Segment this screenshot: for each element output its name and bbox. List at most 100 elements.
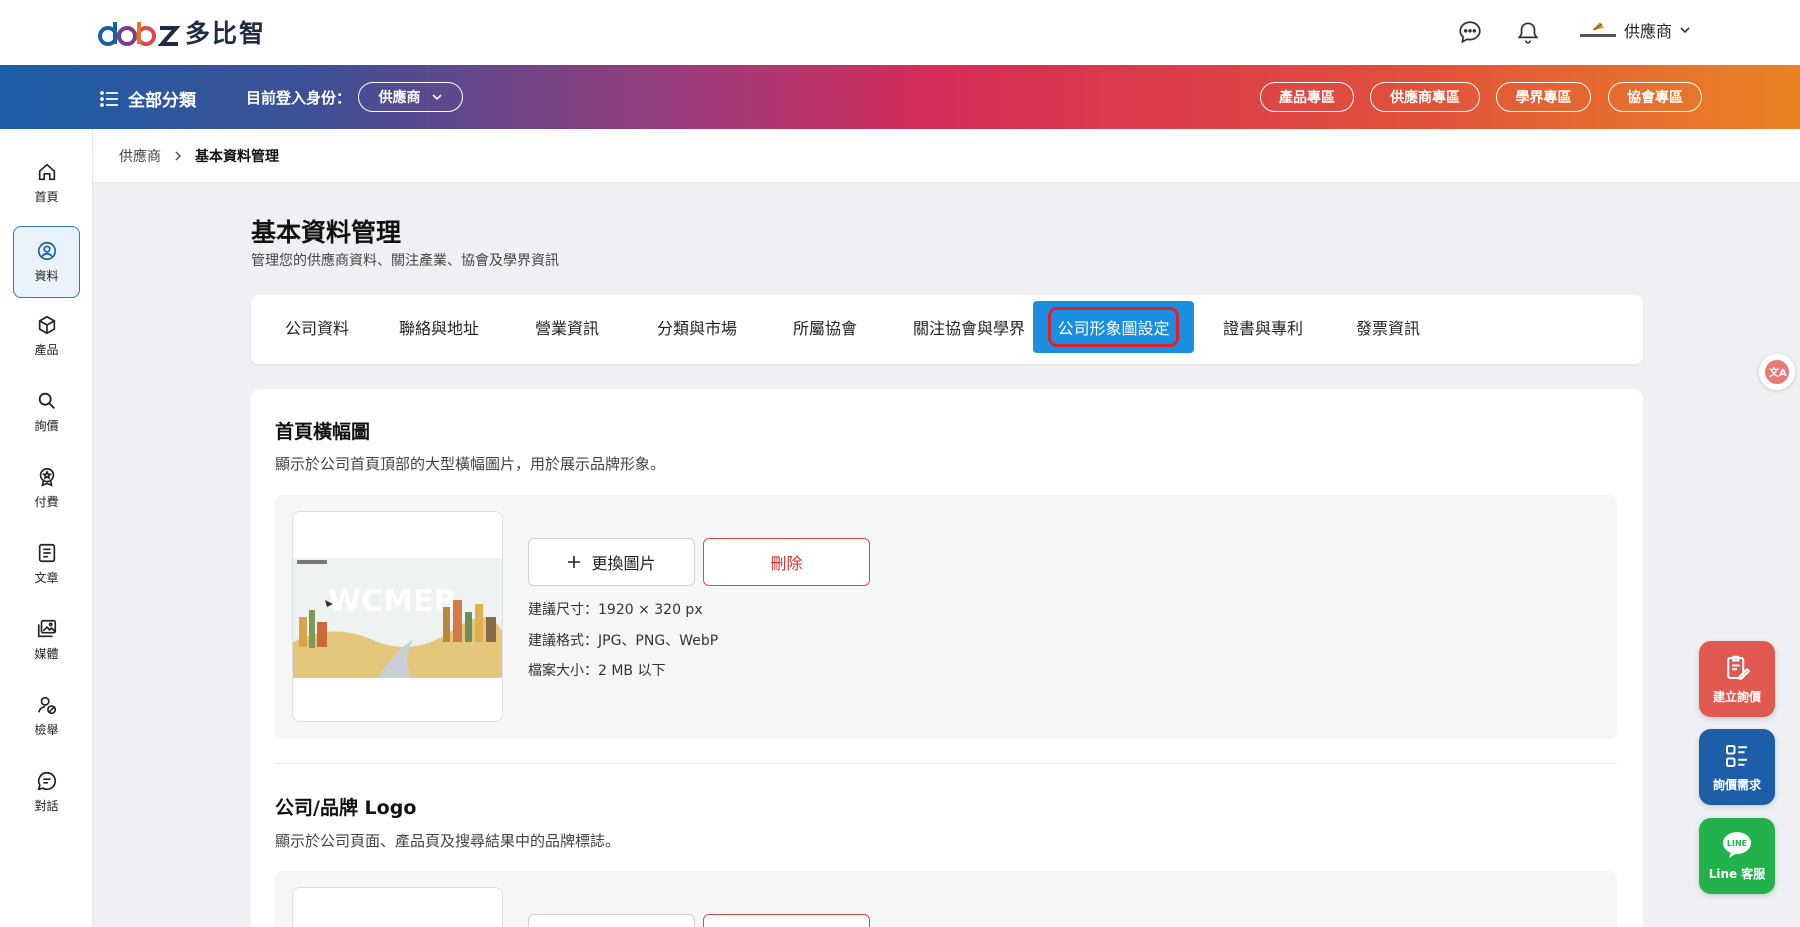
tab-invoice[interactable]: 發票資訊 [1329,301,1447,353]
all-categories-button[interactable]: 全部分類 [100,86,196,111]
spec-size: 建議尺寸：1920 × 320 px [528,602,703,618]
spec-format: 建議格式：JPG、PNG、WebP [528,633,719,649]
sidebar-item-articles[interactable]: 文章 [13,528,80,600]
sidebar-item-label: 產品 [34,343,59,357]
translate-button[interactable]: 文A [1759,354,1795,390]
role-label: 目前登入身份： [246,89,352,107]
tab-certificates[interactable]: 證書與專利 [1206,301,1320,353]
banner-preview-text: WCMER [328,584,457,619]
chevron-right-icon [173,150,183,162]
logo-section-desc: 顯示於公司頁面、產品頁及搜尋結果中的品牌標誌。 [275,832,621,850]
zone-button-suppliers[interactable]: 供應商專區 [1370,82,1480,112]
tab-associations[interactable]: 所屬協會 [771,301,879,353]
sidebar-item-payment[interactable]: 付費 [13,452,80,524]
sidebar-item-products[interactable]: 產品 [13,300,80,372]
user-menu[interactable]: 供應商 [1578,18,1692,42]
plus-icon [567,555,581,569]
tab-bar: 公司資料 聯絡與地址 營業資訊 分類與市場 所屬協會 關注協會與學界 公司形象圖… [251,295,1643,364]
tab-active-label: 公司形象圖設定 [1048,307,1179,347]
spec-filesize: 檔案大小：2 MB 以下 [528,663,666,679]
chevron-down-icon [431,91,443,103]
tab-company-info[interactable]: 公司資料 [267,301,367,353]
section-divider [275,763,1617,764]
document-icon [36,542,58,564]
sidebar-item-label: 資料 [34,269,59,283]
box-icon [36,314,58,336]
translate-icon: 文A [1764,359,1790,385]
image-settings-card: 首頁橫幅圖 顯示於公司首頁頂部的大型橫幅圖片，用於展示品牌形象。 WCMER 更… [251,389,1643,927]
create-inquiry-label: 建立詢價 [1712,690,1761,704]
company-logo [1578,18,1618,42]
line-support-label: Line 客服 [1708,867,1766,881]
logo-delete-button[interactable] [703,914,870,927]
user-name: 供應商 [1624,22,1673,41]
brand-name: 多比智 [185,19,267,48]
sidebar-item-label: 付費 [34,495,59,509]
create-inquiry-button[interactable]: 建立詢價 [1699,641,1775,717]
bell-icon[interactable] [1515,19,1541,45]
breadcrumb: 供應商 基本資料管理 [93,129,1800,183]
page-title: 基本資料管理 [251,218,402,247]
sidebar-item-label: 檢舉 [34,723,59,737]
logo-section-title: 公司/品牌 Logo [275,797,417,819]
breadcrumb-current: 基本資料管理 [195,148,279,165]
tab-company-images[interactable]: 公司形象圖設定 [1033,301,1194,353]
tab-category-market[interactable]: 分類與市場 [631,301,763,353]
home-icon [36,161,58,183]
top-bar: 多比智 供應商 [0,0,1800,65]
chat-icon [36,770,58,792]
line-support-button[interactable]: LINE Line 客服 [1699,818,1775,894]
line-icon: LINE [1721,830,1753,860]
user-block-icon [36,694,58,716]
logo-change-button[interactable] [528,914,695,927]
change-image-button[interactable]: 更換圖片 [528,538,695,586]
clipboard-edit-icon [1722,653,1752,683]
role-select[interactable]: 供應商 [358,82,463,112]
images-icon [36,618,58,640]
sidebar-item-label: 對話 [34,799,59,813]
banner-preview-image: WCMER [292,511,503,722]
sidebar-item-label: 詢價 [34,419,59,433]
list-grid-icon [1722,741,1752,771]
tab-business-info[interactable]: 營業資訊 [513,301,621,353]
sidebar-item-inquiry[interactable]: 詢價 [13,376,80,448]
main-content: 基本資料管理 管理您的供應商資料、關注產業、協會及學界資訊 公司資料 聯絡與地址… [93,183,1800,927]
sidebar-item-home[interactable]: 首頁 [13,147,80,219]
inquiry-needs-button[interactable]: 詢價需求 [1699,729,1775,805]
page-subtitle: 管理您的供應商資料、關注產業、協會及學界資訊 [251,253,559,269]
banner-section-title: 首頁橫幅圖 [275,421,371,443]
tab-contact-address[interactable]: 聯絡與地址 [375,301,503,353]
svg-text:文A: 文A [1769,366,1787,379]
banner-upload-box: WCMER 更換圖片 刪除 建議尺寸：1920 × 320 px 建議格式：JP… [275,495,1617,739]
message-icon[interactable] [1457,19,1483,45]
role-value: 供應商 [378,90,421,106]
sidebar: 首頁 資料 產品 詢價 付費 文章 媒體 檢舉 對話 [0,129,93,927]
sidebar-item-media[interactable]: 媒體 [13,604,80,676]
zone-button-associations[interactable]: 協會專區 [1608,82,1702,112]
breadcrumb-parent[interactable]: 供應商 [119,146,161,166]
list-icon [100,90,118,107]
sidebar-item-label: 首頁 [34,190,59,204]
tab-followed-associations[interactable]: 關注協會與學界 [887,301,1051,353]
sidebar-item-profile[interactable]: 資料 [13,226,80,298]
user-circle-icon [36,240,58,262]
line-badge-text: LINE [1727,839,1747,848]
chevron-down-icon [1678,23,1692,37]
sidebar-item-label: 媒體 [34,647,59,661]
zone-button-products[interactable]: 產品專區 [1260,82,1354,112]
search-icon [36,390,58,412]
change-image-label: 更換圖片 [591,554,656,573]
logo-preview-image [292,887,503,927]
brand-logo-mark [98,14,180,50]
banner-section-desc: 顯示於公司首頁頂部的大型橫幅圖片，用於展示品牌形象。 [275,455,666,473]
logo-upload-box [275,871,1617,927]
brand-logo[interactable]: 多比智 [98,14,266,50]
award-icon [36,466,58,488]
all-categories-label: 全部分類 [128,91,196,111]
nav-bar: 全部分類 目前登入身份： 供應商 產品專區 供應商專區 學界專區 協會專區 [0,65,1800,129]
inquiry-needs-label: 詢價需求 [1712,778,1761,792]
delete-image-button[interactable]: 刪除 [703,538,870,586]
sidebar-item-chat[interactable]: 對話 [13,756,80,828]
sidebar-item-report[interactable]: 檢舉 [13,680,80,752]
zone-button-academia[interactable]: 學界專區 [1496,82,1591,112]
